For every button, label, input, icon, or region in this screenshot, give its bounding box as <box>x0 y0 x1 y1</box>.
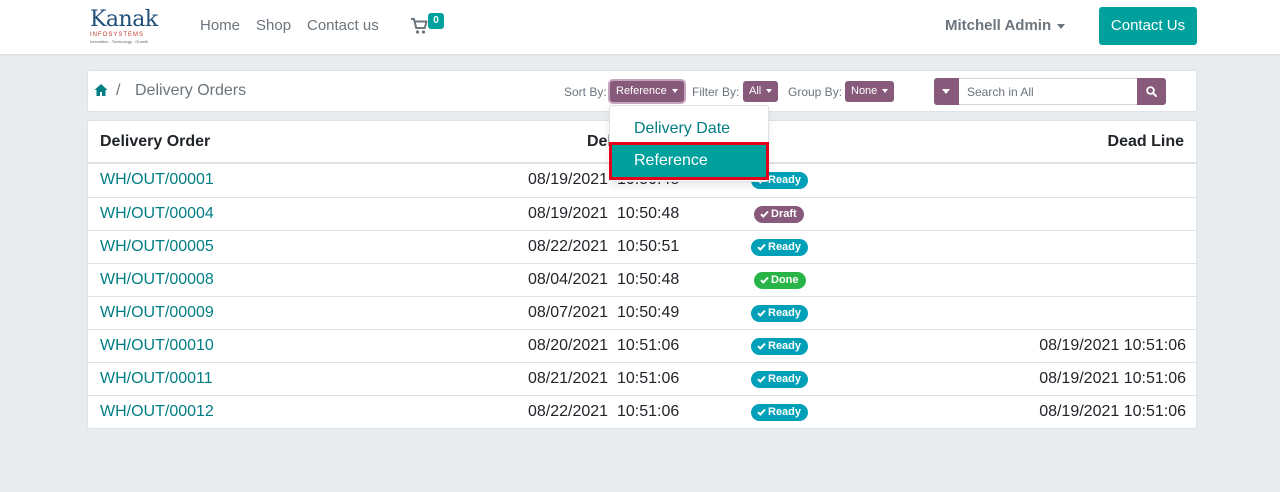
delivery-date: 08/22/2021 10:51:06 <box>528 403 680 420</box>
table-row[interactable]: WH/OUT/00008 08/04/2021 10:50:48 Done <box>88 263 1196 296</box>
chevron-down-icon <box>671 89 678 94</box>
sort-by-label: Sort By: <box>564 85 607 99</box>
delivery-date: 08/04/2021 10:50:48 <box>528 271 680 288</box>
search-input[interactable] <box>959 78 1137 105</box>
table-row[interactable]: WH/OUT/00011 08/21/2021 10:51:06 Ready 0… <box>88 362 1196 395</box>
delivery-date: 08/20/2021 10:51:06 <box>528 337 680 354</box>
table-row[interactable]: WH/OUT/00010 08/20/2021 10:51:06 Ready 0… <box>88 329 1196 362</box>
table-row[interactable]: WH/OUT/00004 08/19/2021 10:50:48 Draft <box>88 197 1196 230</box>
status-badge: Ready <box>751 239 809 256</box>
chevron-down-icon <box>942 89 950 94</box>
chevron-down-icon <box>766 89 773 94</box>
status-badge: Draft <box>754 206 804 223</box>
group-by-value: None <box>851 85 878 97</box>
user-menu[interactable]: Mitchell Admin <box>945 17 1066 34</box>
check-icon <box>757 243 766 251</box>
delivery-order-link[interactable]: WH/OUT/00004 <box>100 205 214 223</box>
delivery-order-link[interactable]: WH/OUT/00008 <box>100 271 214 289</box>
shopping-cart-icon[interactable] <box>410 17 428 35</box>
check-icon <box>757 408 766 416</box>
filter-by-label: Filter By: <box>692 85 740 99</box>
delivery-date: 08/21/2021 10:51:06 <box>528 370 680 387</box>
top-navbar: Kanak INFOSYSTEMS Innovation . Technolog… <box>0 0 1280 54</box>
logo-sub-text: INFOSYSTEMS <box>90 32 145 38</box>
filter-by-value: All <box>749 85 762 97</box>
breadcrumb-current: Delivery Orders <box>135 82 247 99</box>
status-badge: Ready <box>751 305 809 322</box>
delivery-date: 08/22/2021 10:50:51 <box>528 238 680 255</box>
search-filter-dropdown[interactable] <box>934 78 959 105</box>
status-badge: Ready <box>751 404 809 421</box>
delivery-order-link[interactable]: WH/OUT/00001 <box>100 171 214 189</box>
delivery-order-link[interactable]: WH/OUT/00011 <box>100 370 213 388</box>
breadcrumb-separator: / <box>116 82 121 99</box>
cart-count-badge: 0 <box>428 13 444 29</box>
status-badge: Done <box>754 272 806 289</box>
company-logo[interactable]: Kanak INFOSYSTEMS Innovation . Technolog… <box>90 8 168 46</box>
selection-highlight-box <box>609 142 769 180</box>
contact-us-button[interactable]: Contact Us <box>1099 7 1197 45</box>
dead-line: 08/19/2021 10:51:06 <box>1039 370 1186 387</box>
user-name: Mitchell Admin <box>945 17 1052 34</box>
sort-by-value: Reference <box>616 85 667 97</box>
check-icon <box>757 375 766 383</box>
delivery-date: 08/07/2021 10:50:49 <box>528 304 680 321</box>
dead-line: 08/19/2021 10:51:06 <box>1039 337 1186 354</box>
table-row[interactable]: WH/OUT/00012 08/22/2021 10:51:06 Ready 0… <box>88 395 1196 428</box>
status-badge: Ready <box>751 371 809 388</box>
check-icon <box>757 342 766 350</box>
nav-contact-us[interactable]: Contact us <box>307 17 379 34</box>
column-header-dead-line: Dead Line <box>1107 133 1184 150</box>
chevron-down-icon <box>1057 23 1066 29</box>
check-icon <box>760 210 769 218</box>
logo-tagline: Innovation . Technology . Growth <box>90 39 149 44</box>
home-icon[interactable] <box>94 83 108 97</box>
column-header-delivery-order: Delivery Order <box>100 133 211 150</box>
delivery-order-link[interactable]: WH/OUT/00009 <box>100 304 214 322</box>
delivery-order-link[interactable]: WH/OUT/00010 <box>100 337 214 355</box>
delivery-order-link[interactable]: WH/OUT/00012 <box>100 403 214 421</box>
search-button[interactable] <box>1137 78 1166 105</box>
chevron-down-icon <box>882 89 889 94</box>
nav-shop[interactable]: Shop <box>256 17 291 34</box>
filter-by-dropdown[interactable]: All <box>743 81 779 102</box>
sort-by-dropdown[interactable]: Reference <box>610 81 684 102</box>
delivery-date: 08/19/2021 10:50:48 <box>528 205 680 222</box>
search-icon <box>1146 86 1157 97</box>
group-by-label: Group By: <box>788 85 843 99</box>
nav-home[interactable]: Home <box>200 17 240 34</box>
logo-main-text: Kanak <box>90 7 158 32</box>
delivery-order-link[interactable]: WH/OUT/00005 <box>100 238 214 256</box>
dead-line: 08/19/2021 10:51:06 <box>1039 403 1186 420</box>
group-by-dropdown[interactable]: None <box>845 81 895 102</box>
status-badge: Ready <box>751 338 809 355</box>
sort-option-delivery-date[interactable]: Delivery Date <box>610 113 768 145</box>
table-row[interactable]: WH/OUT/00009 08/07/2021 10:50:49 Ready <box>88 296 1196 329</box>
table-row[interactable]: WH/OUT/00005 08/22/2021 10:50:51 Ready <box>88 230 1196 263</box>
check-icon <box>760 276 769 284</box>
check-icon <box>757 309 766 317</box>
